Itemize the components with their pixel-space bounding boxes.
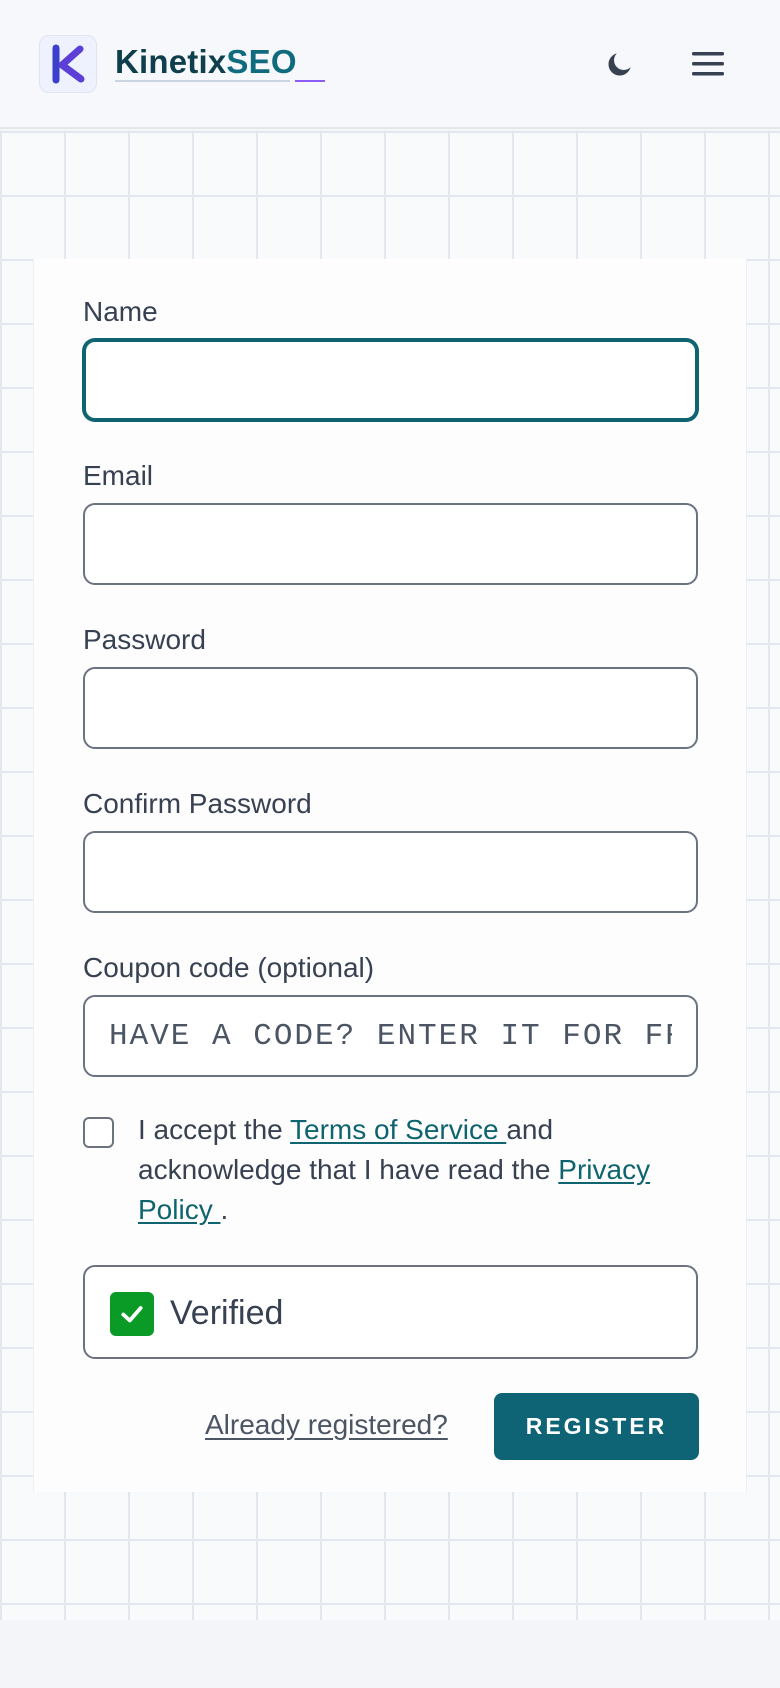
brand-name-part1: Kinetix	[115, 43, 227, 80]
terms-checkbox[interactable]	[83, 1117, 114, 1148]
brand-name[interactable]: Kinetix SEO	[115, 42, 297, 82]
hamburger-menu-icon	[692, 52, 724, 76]
menu-button[interactable]	[684, 40, 732, 88]
verified-checkbox[interactable]	[110, 1292, 154, 1336]
name-label: Name	[83, 296, 158, 327]
confirm-password-label: Confirm Password	[83, 788, 312, 819]
verified-label: Verified	[170, 1294, 284, 1332]
k-logo-icon	[52, 44, 85, 84]
brand-name-part2: SEO	[226, 43, 297, 80]
name-input[interactable]	[83, 339, 698, 421]
verification-widget[interactable]: Verified	[83, 1265, 698, 1359]
top-navigation-bar: Kinetix SEO	[0, 0, 780, 129]
terms-prefix: I accept the	[138, 1114, 291, 1145]
email-input[interactable]	[83, 503, 698, 585]
password-input[interactable]	[83, 667, 698, 749]
brand-underline	[115, 80, 290, 82]
confirm-password-input[interactable]	[83, 831, 698, 913]
brand-cursor	[295, 80, 325, 82]
page-footer-area	[0, 1620, 780, 1688]
terms-suffix: .	[220, 1194, 229, 1225]
email-label: Email	[83, 460, 154, 491]
register-button[interactable]: REGISTER	[494, 1393, 699, 1460]
coupon-input[interactable]	[83, 995, 698, 1077]
checkmark-icon	[121, 1306, 143, 1323]
terms-text: I accept the Terms of Service and acknow…	[138, 1110, 698, 1230]
brand-logo[interactable]	[39, 35, 97, 93]
theme-toggle-button[interactable]	[596, 40, 644, 88]
already-registered-link[interactable]: Already registered?	[205, 1405, 448, 1445]
moon-icon	[608, 53, 631, 76]
terms-of-service-link[interactable]: Terms of Service	[290, 1114, 506, 1145]
coupon-label: Coupon code (optional)	[83, 952, 375, 983]
password-label: Password	[83, 624, 206, 655]
